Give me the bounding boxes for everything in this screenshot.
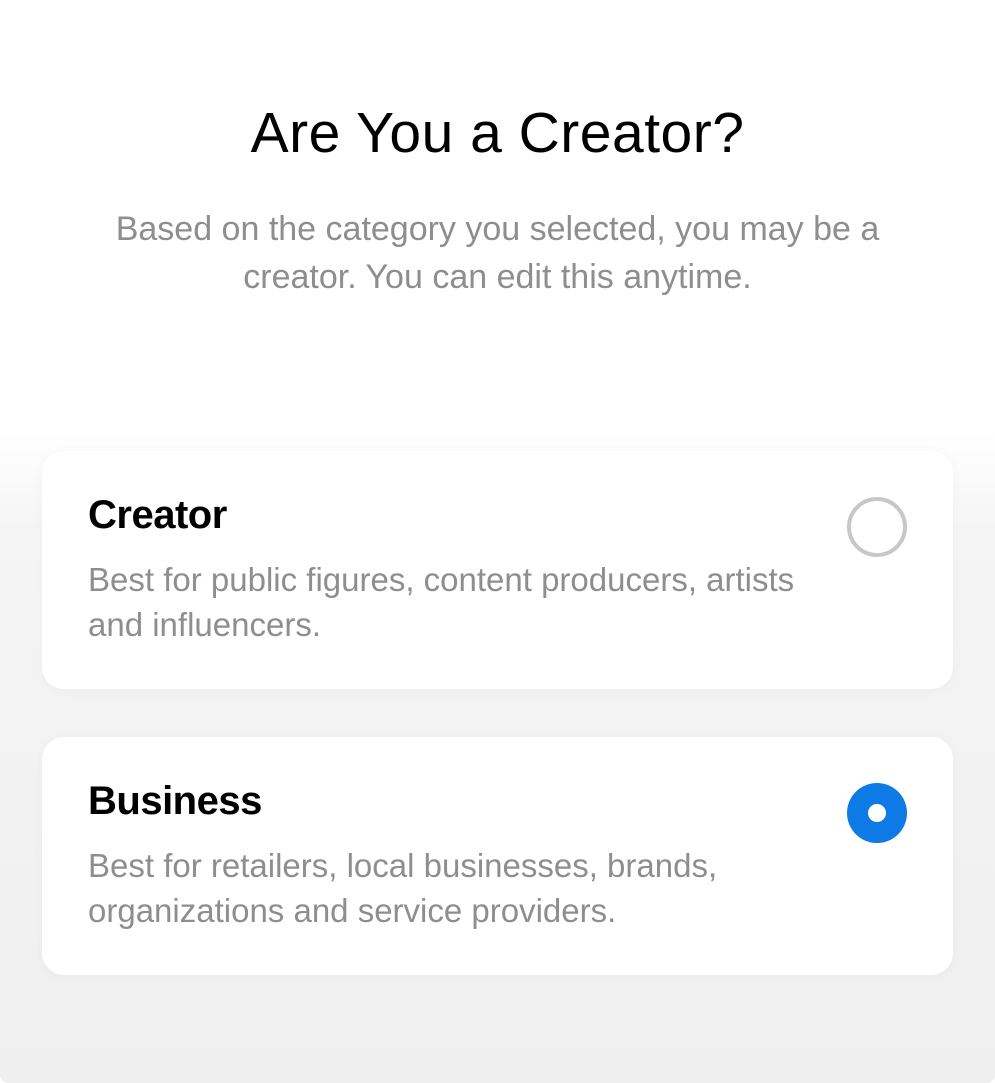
option-title: Creator [88, 493, 807, 538]
option-business[interactable]: Business Best for retailers, local busin… [42, 737, 953, 975]
page-subtitle: Based on the category you selected, you … [0, 206, 995, 301]
page-title: Are You a Creator? [0, 100, 995, 166]
radio-selected-icon[interactable] [847, 783, 907, 843]
option-content: Business Best for retailers, local busin… [88, 779, 847, 933]
option-description: Best for retailers, local businesses, br… [88, 844, 807, 933]
radio-unselected-icon[interactable] [847, 497, 907, 557]
option-description: Best for public figures, content produce… [88, 558, 807, 647]
option-title: Business [88, 779, 807, 824]
options-list: Creator Best for public figures, content… [0, 431, 995, 1083]
option-content: Creator Best for public figures, content… [88, 493, 847, 647]
account-type-selection-screen: Are You a Creator? Based on the category… [0, 0, 995, 1024]
option-creator[interactable]: Creator Best for public figures, content… [42, 451, 953, 689]
